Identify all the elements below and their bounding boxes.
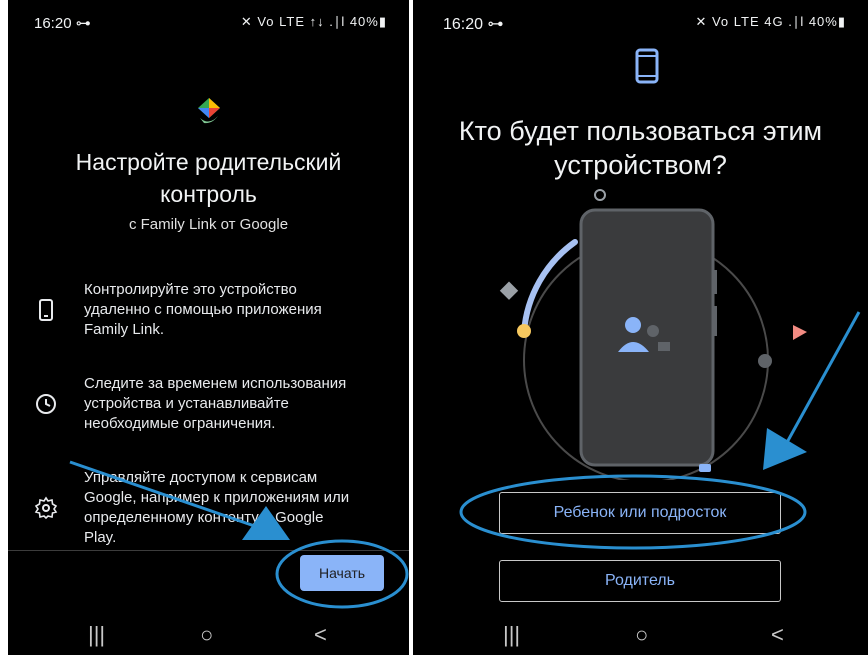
feature-line: Google, например к приложениям или — [84, 489, 350, 506]
status-bar: 16:20 ⊶ ✕ Vo LTE 4G .∣l 40%▮ — [413, 10, 868, 34]
nav-bar: ||| ○ < — [413, 622, 868, 655]
clock-icon — [36, 394, 56, 414]
feature-line: Family Link. — [84, 321, 165, 338]
device-illustration — [499, 189, 807, 480]
status-time: 16:20 ⊶ — [34, 15, 91, 32]
feature-line: Контролируйте это устройство — [84, 281, 297, 298]
feature-line: устройства и устанавливайте — [84, 395, 289, 412]
home-button[interactable]: ○ — [635, 622, 648, 648]
bottom-divider — [8, 550, 409, 551]
start-button[interactable]: Начать — [300, 555, 384, 591]
feature-text: Следите за временем использования устрой… — [84, 374, 404, 434]
gear-icon — [34, 496, 58, 520]
child-option-button[interactable]: Ребенок или подросток — [499, 492, 781, 534]
back-button[interactable]: < — [314, 622, 327, 648]
setup-title: Настройте родительский контроль — [8, 146, 409, 210]
left-screen: 16:20 ⊶ ✕ Vo LTE ↑↓ .∣l 40%▮ Настройте р… — [8, 0, 409, 655]
feature-line: удаленно с помощью приложения — [84, 301, 322, 318]
status-time: 16:20 ⊶ — [443, 16, 504, 33]
status-icons: ✕ Vo LTE 4G .∣l 40%▮ — [695, 14, 846, 29]
phone-outline-icon — [635, 48, 659, 84]
title-line: Настройте родительский — [75, 149, 342, 175]
feature-line: Play. — [84, 529, 117, 546]
title-line: Кто будет пользоваться этим — [458, 116, 823, 146]
feature-text: Управляйте доступом к сервисам Google, н… — [84, 468, 404, 548]
back-button[interactable]: < — [771, 622, 784, 648]
setup-subtitle: с Family Link от Google — [128, 216, 289, 233]
recents-button[interactable]: ||| — [503, 622, 520, 648]
recents-button[interactable]: ||| — [88, 622, 105, 648]
feature-line: необходимые ограничения. — [84, 415, 276, 432]
title-line: контроль — [160, 181, 257, 207]
nav-bar: ||| ○ < — [8, 622, 409, 655]
feature-line: Следите за временем использования — [84, 375, 347, 392]
status-bar: 16:20 ⊶ ✕ Vo LTE ↑↓ .∣l 40%▮ — [8, 10, 409, 34]
family-link-logo-icon — [198, 98, 220, 124]
feature-text: Контролируйте это устройство удаленно с … — [84, 280, 404, 340]
title-line: устройством? — [554, 150, 727, 180]
who-title: Кто будет пользоваться этим устройством? — [413, 114, 868, 182]
phone-icon — [39, 299, 53, 321]
feature-line: определенному контенту в Google — [84, 509, 324, 526]
status-icons: ✕ Vo LTE ↑↓ .∣l 40%▮ — [240, 14, 387, 29]
home-button[interactable]: ○ — [200, 622, 213, 648]
feature-line: Управляйте доступом к сервисам — [84, 469, 318, 486]
parent-option-button[interactable]: Родитель — [499, 560, 781, 602]
right-screen: 16:20 ⊶ ✕ Vo LTE 4G .∣l 40%▮ Кто будет п… — [413, 0, 868, 655]
